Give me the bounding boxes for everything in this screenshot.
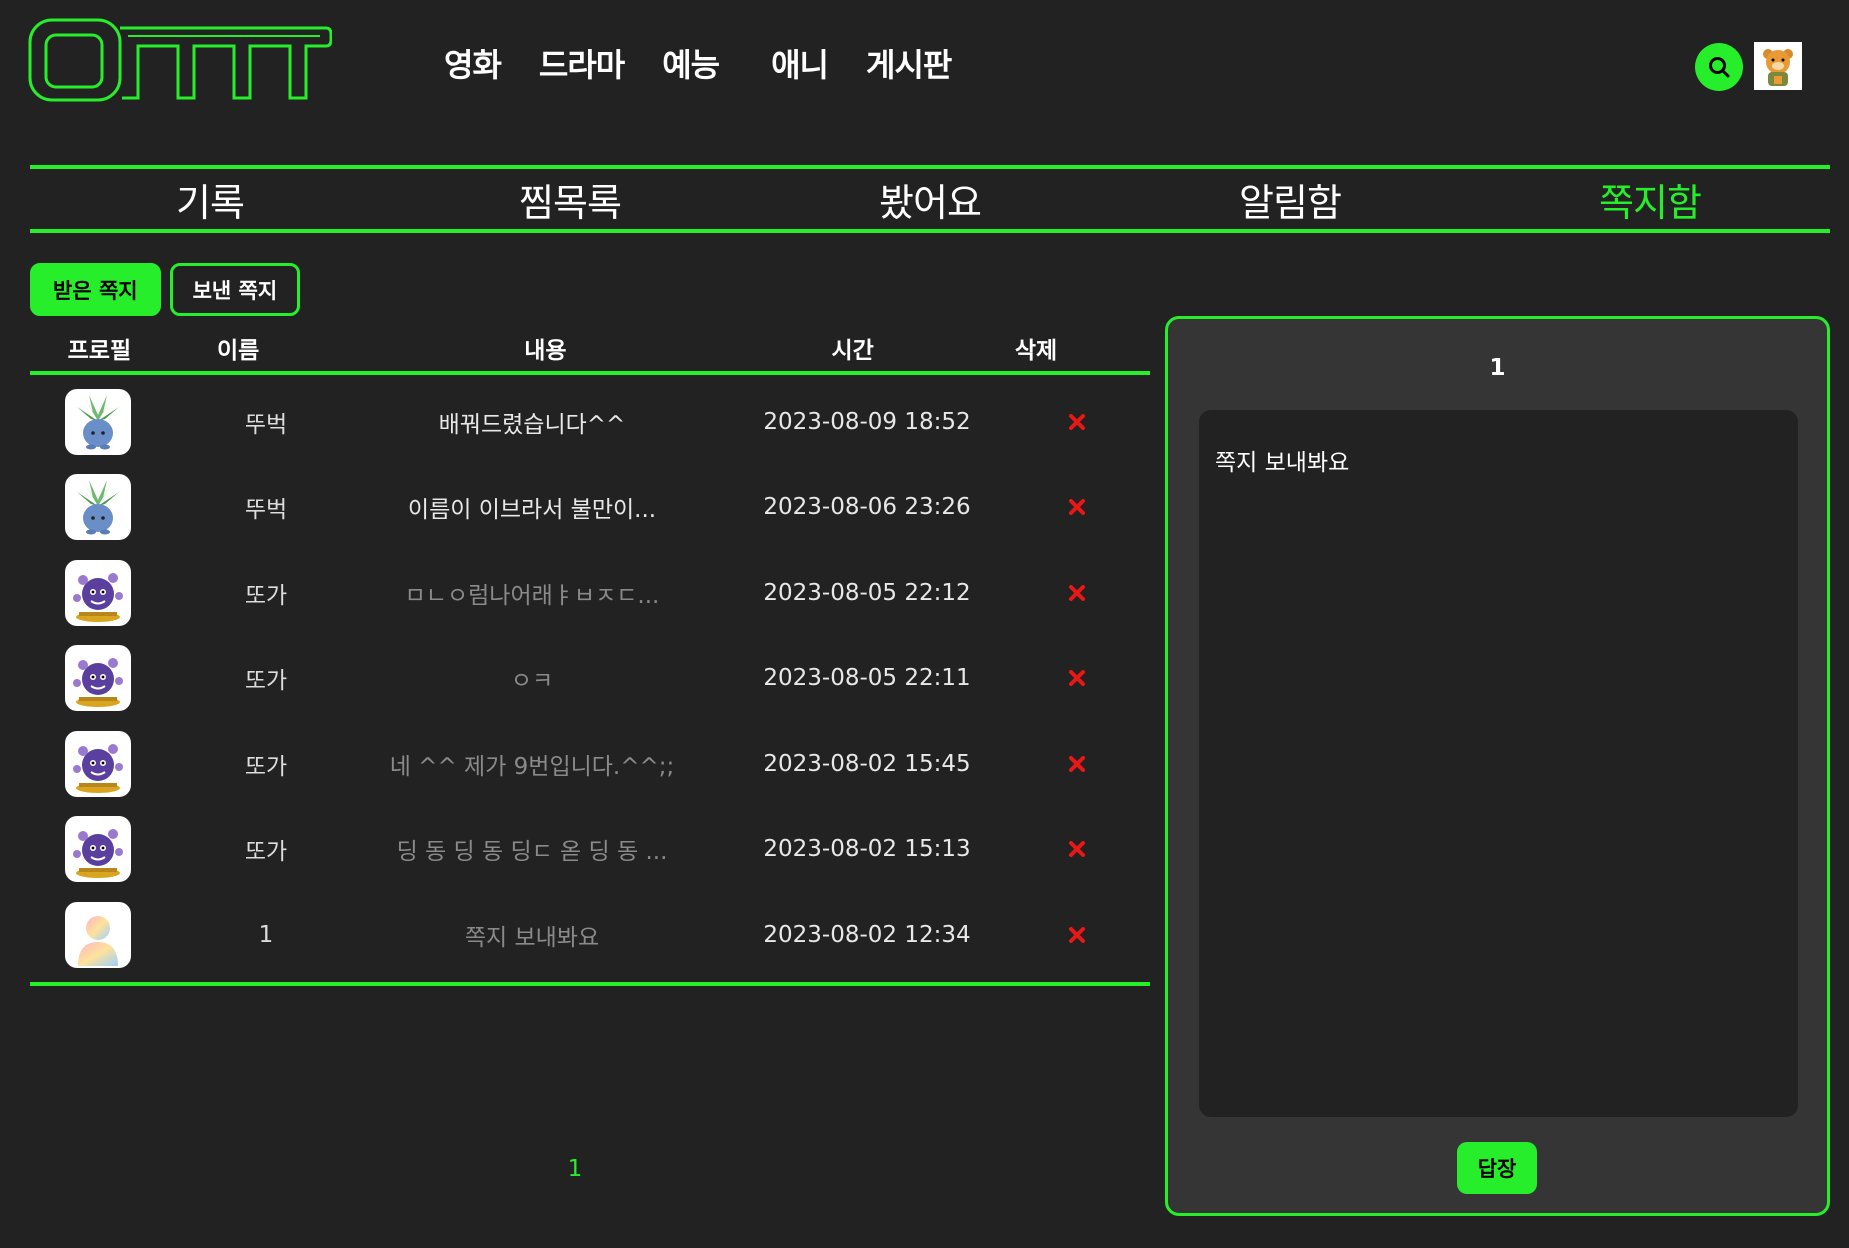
row-avatar [65,645,131,712]
close-icon [1069,413,1085,430]
row-time: 2023-08-02 12:34 [763,921,971,948]
row-content[interactable]: 네 ^^ 제가 9번입니다.^^;; [362,747,702,781]
close-icon [1069,841,1085,858]
mypage-tabs: 기록 찜목록 봤어요 알림함 쪽지함 [30,165,1830,233]
close-icon [1069,584,1085,601]
row-name: 또가 [244,839,288,866]
nav-board[interactable]: 게시판 [866,40,952,86]
row-avatar [65,816,131,883]
delete-button[interactable] [1032,670,1122,687]
close-icon [1069,670,1085,687]
tab-notifications[interactable]: 알림함 [1110,169,1470,229]
row-content[interactable]: 배꿔드렸습니다^^ [362,405,702,439]
purple-monster-avatar-icon [73,658,123,708]
tab-history[interactable]: 기록 [30,169,390,229]
tab-messages[interactable]: 쪽지함 [1470,169,1830,229]
table-row[interactable]: 1 쪽지 보내봐요 2023-08-02 12:34 [30,892,1150,978]
row-content[interactable]: 이름이 이브라서 불만이... [362,490,702,524]
main-nav: 영화 드라마 예능 애니 게시판 [444,40,989,86]
header-time: 시간 [831,338,874,364]
row-avatar [65,730,131,797]
row-avatar [65,559,131,626]
table-row[interactable]: 또가 ㅁㄴㅇ럼나어래ㅑㅂㅈㄷ... 2023-08-05 22:12 [30,550,1150,636]
user-avatar[interactable] [1754,42,1802,90]
row-avatar [65,901,131,968]
search-icon [1709,57,1730,78]
reply-button[interactable]: 답장 [1457,1142,1537,1194]
delete-button[interactable] [1032,499,1122,516]
row-name: 또가 [244,753,288,780]
header-delete: 삭제 [1014,338,1058,364]
purple-monster-avatar-icon [73,829,123,879]
row-name: 뚜벅 [244,497,288,524]
close-icon [1069,755,1085,772]
row-time: 2023-08-02 15:45 [763,750,971,777]
tab-wishlist[interactable]: 찜목록 [390,169,750,229]
row-name: 뚜벅 [244,411,288,438]
header-content: 내용 [524,338,567,364]
table-body: 뚜벅 배꿔드렸습니다^^ 2023-08-09 18:52 뚜벅 이름이 이브라… [30,375,1150,986]
received-messages-button[interactable]: 받은 쪽지 [30,263,161,316]
nav-variety[interactable]: 예능 [662,40,720,86]
default-user-avatar-icon [78,915,118,966]
nav-movies[interactable]: 영화 [444,40,502,86]
row-content[interactable]: 딩 동 딩 동 딩ㄷ 옫 딩 동 ... [362,832,702,866]
message-detail-panel: 1 쪽지 보내봐요 답장 [1165,316,1830,1216]
delete-button[interactable] [1032,841,1122,858]
row-time: 2023-08-06 23:26 [763,494,971,521]
header-name: 이름 [216,338,260,364]
nav-anime[interactable]: 애니 [771,40,829,86]
ottt-logo[interactable] [28,18,332,102]
row-avatar [65,388,131,455]
row-time: 2023-08-05 22:12 [763,579,971,606]
plant-avatar-icon [77,394,119,450]
delete-button[interactable] [1032,926,1122,943]
row-name: 또가 [244,582,288,609]
row-content[interactable]: 쪽지 보내봐요 [362,918,702,952]
row-name: 1 [258,921,274,948]
message-body: 쪽지 보내봐요 [1199,410,1798,1117]
message-table: 프로필 이름 내용 시간 삭제 뚜벅 배꿔드렸습니다^^ 2023-08-09 … [30,325,1150,986]
message-sender: 1 [1489,355,1506,381]
delete-button[interactable] [1032,755,1122,772]
purple-monster-avatar-icon [73,572,123,622]
table-row[interactable]: 뚜벅 배꿔드렸습니다^^ 2023-08-09 18:52 [30,379,1150,465]
close-icon [1069,926,1085,943]
table-row[interactable]: 뚜벅 이름이 이브라서 불만이... 2023-08-06 23:26 [30,465,1150,551]
row-time: 2023-08-09 18:52 [763,408,971,435]
pagination-page-1[interactable]: 1 [560,1156,590,1182]
tab-watched[interactable]: 봤어요 [750,169,1110,229]
delete-button[interactable] [1032,584,1122,601]
row-content[interactable]: ㅁㄴㅇ럼나어래ㅑㅂㅈㄷ... [362,576,702,610]
row-name: 또가 [244,668,288,695]
message-subtabs: 받은 쪽지 보낸 쪽지 [30,263,309,316]
nav-drama[interactable]: 드라마 [539,40,625,86]
row-time: 2023-08-05 22:11 [763,665,971,692]
sent-messages-button[interactable]: 보낸 쪽지 [169,263,301,316]
row-avatar [65,474,131,541]
table-row[interactable]: 또가 네 ^^ 제가 9번입니다.^^;; 2023-08-02 15:45 [30,721,1150,807]
search-button[interactable] [1695,43,1743,91]
close-icon [1069,499,1085,516]
header-profile: 프로필 [67,338,132,364]
table-row[interactable]: 또가 딩 동 딩 동 딩ㄷ 옫 딩 동 ... 2023-08-02 15:13 [30,807,1150,893]
bear-avatar-icon [1763,49,1793,86]
row-content[interactable]: ㅇㅋ [362,661,702,695]
purple-monster-avatar-icon [73,743,123,793]
table-row[interactable]: 또가 ㅇㅋ 2023-08-05 22:11 [30,636,1150,722]
plant-avatar-icon [77,480,119,535]
table-header: 프로필 이름 내용 시간 삭제 [30,325,1150,375]
row-time: 2023-08-02 15:13 [763,836,971,863]
delete-button[interactable] [1032,413,1122,430]
